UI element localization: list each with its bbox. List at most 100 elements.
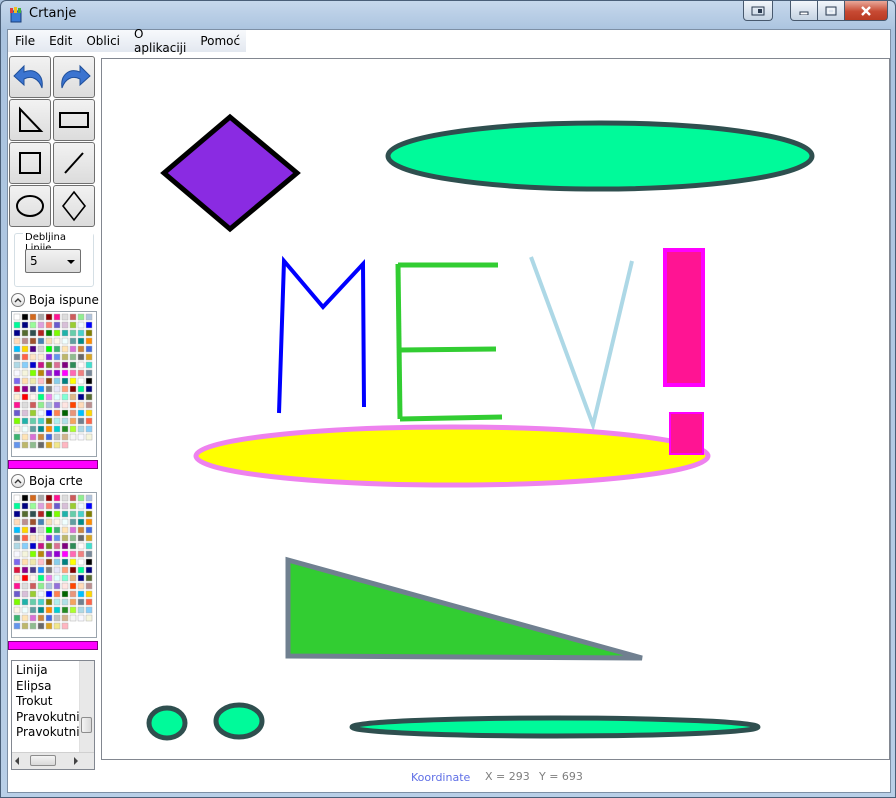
color-swatch[interactable] bbox=[61, 494, 69, 502]
color-swatch[interactable] bbox=[61, 606, 69, 614]
color-swatch[interactable] bbox=[29, 385, 37, 393]
color-swatch[interactable] bbox=[13, 417, 21, 425]
color-swatch[interactable] bbox=[13, 361, 21, 369]
collapse-stroke-button[interactable] bbox=[11, 474, 25, 488]
color-swatch[interactable] bbox=[45, 385, 53, 393]
color-swatch[interactable] bbox=[13, 614, 21, 622]
color-swatch[interactable] bbox=[61, 526, 69, 534]
color-swatch[interactable] bbox=[61, 534, 69, 542]
color-swatch[interactable] bbox=[69, 606, 77, 614]
window-extra-button[interactable] bbox=[743, 1, 773, 21]
color-swatch[interactable] bbox=[37, 558, 45, 566]
color-swatch[interactable] bbox=[29, 598, 37, 606]
color-swatch[interactable] bbox=[77, 494, 85, 502]
color-swatch[interactable] bbox=[69, 377, 77, 385]
color-swatch[interactable] bbox=[77, 542, 85, 550]
square-shape[interactable] bbox=[669, 412, 704, 455]
color-swatch[interactable] bbox=[37, 385, 45, 393]
color-swatch[interactable] bbox=[37, 313, 45, 321]
color-swatch[interactable] bbox=[21, 377, 29, 385]
color-swatch[interactable] bbox=[29, 542, 37, 550]
small-ellipse-shape[interactable] bbox=[213, 702, 265, 740]
color-swatch[interactable] bbox=[85, 614, 93, 622]
color-swatch[interactable] bbox=[45, 353, 53, 361]
color-swatch[interactable] bbox=[85, 321, 93, 329]
color-swatch[interactable] bbox=[61, 329, 69, 337]
color-swatch[interactable] bbox=[45, 361, 53, 369]
color-swatch[interactable] bbox=[45, 534, 53, 542]
color-swatch[interactable] bbox=[21, 441, 29, 449]
color-swatch[interactable] bbox=[53, 409, 61, 417]
color-swatch[interactable] bbox=[45, 337, 53, 345]
color-swatch[interactable] bbox=[45, 614, 53, 622]
color-swatch[interactable] bbox=[21, 393, 29, 401]
color-swatch[interactable] bbox=[69, 614, 77, 622]
color-swatch[interactable] bbox=[13, 518, 21, 526]
color-swatch[interactable] bbox=[69, 558, 77, 566]
color-swatch[interactable] bbox=[53, 510, 61, 518]
color-swatch[interactable] bbox=[45, 377, 53, 385]
color-swatch[interactable] bbox=[29, 425, 37, 433]
color-swatch[interactable] bbox=[53, 385, 61, 393]
color-swatch[interactable] bbox=[13, 369, 21, 377]
color-swatch[interactable] bbox=[37, 534, 45, 542]
scroll-left-icon[interactable] bbox=[15, 757, 19, 765]
color-swatch[interactable] bbox=[21, 574, 29, 582]
color-swatch[interactable] bbox=[45, 526, 53, 534]
color-swatch[interactable] bbox=[53, 329, 61, 337]
color-swatch[interactable] bbox=[85, 345, 93, 353]
color-swatch[interactable] bbox=[77, 393, 85, 401]
color-swatch[interactable] bbox=[77, 401, 85, 409]
color-swatch[interactable] bbox=[29, 313, 37, 321]
color-swatch[interactable] bbox=[13, 409, 21, 417]
color-swatch[interactable] bbox=[21, 369, 29, 377]
color-swatch[interactable] bbox=[61, 550, 69, 558]
minimize-button[interactable] bbox=[790, 1, 818, 21]
color-swatch[interactable] bbox=[61, 542, 69, 550]
color-swatch[interactable] bbox=[45, 313, 53, 321]
color-swatch[interactable] bbox=[45, 401, 53, 409]
color-swatch[interactable] bbox=[53, 574, 61, 582]
color-swatch[interactable] bbox=[45, 542, 53, 550]
color-swatch[interactable] bbox=[13, 345, 21, 353]
color-swatch[interactable] bbox=[61, 409, 69, 417]
color-swatch[interactable] bbox=[45, 433, 53, 441]
color-swatch[interactable] bbox=[13, 329, 21, 337]
color-swatch[interactable] bbox=[69, 353, 77, 361]
color-swatch[interactable] bbox=[29, 614, 37, 622]
color-swatch[interactable] bbox=[69, 409, 77, 417]
color-swatch[interactable] bbox=[61, 590, 69, 598]
color-swatch[interactable] bbox=[13, 558, 21, 566]
color-swatch[interactable] bbox=[21, 425, 29, 433]
color-swatch[interactable] bbox=[69, 510, 77, 518]
color-swatch[interactable] bbox=[69, 526, 77, 534]
color-swatch[interactable] bbox=[29, 433, 37, 441]
color-swatch[interactable] bbox=[21, 606, 29, 614]
color-swatch[interactable] bbox=[45, 558, 53, 566]
color-swatch[interactable] bbox=[53, 550, 61, 558]
color-swatch[interactable] bbox=[45, 393, 53, 401]
color-swatch[interactable] bbox=[29, 550, 37, 558]
color-swatch[interactable] bbox=[69, 566, 77, 574]
color-swatch[interactable] bbox=[85, 425, 93, 433]
color-swatch[interactable] bbox=[13, 401, 21, 409]
color-swatch[interactable] bbox=[45, 582, 53, 590]
color-swatch[interactable] bbox=[53, 606, 61, 614]
color-swatch[interactable] bbox=[53, 502, 61, 510]
color-swatch[interactable] bbox=[69, 337, 77, 345]
color-swatch[interactable] bbox=[77, 606, 85, 614]
color-swatch[interactable] bbox=[13, 542, 21, 550]
color-swatch[interactable] bbox=[77, 409, 85, 417]
color-swatch[interactable] bbox=[85, 598, 93, 606]
color-swatch[interactable] bbox=[85, 433, 93, 441]
color-swatch[interactable] bbox=[37, 614, 45, 622]
color-swatch[interactable] bbox=[77, 417, 85, 425]
color-swatch[interactable] bbox=[37, 417, 45, 425]
color-swatch[interactable] bbox=[69, 518, 77, 526]
color-swatch[interactable] bbox=[77, 433, 85, 441]
color-swatch[interactable] bbox=[77, 550, 85, 558]
color-swatch[interactable] bbox=[37, 441, 45, 449]
color-swatch[interactable] bbox=[13, 353, 21, 361]
color-swatch[interactable] bbox=[69, 425, 77, 433]
color-swatch[interactable] bbox=[29, 417, 37, 425]
